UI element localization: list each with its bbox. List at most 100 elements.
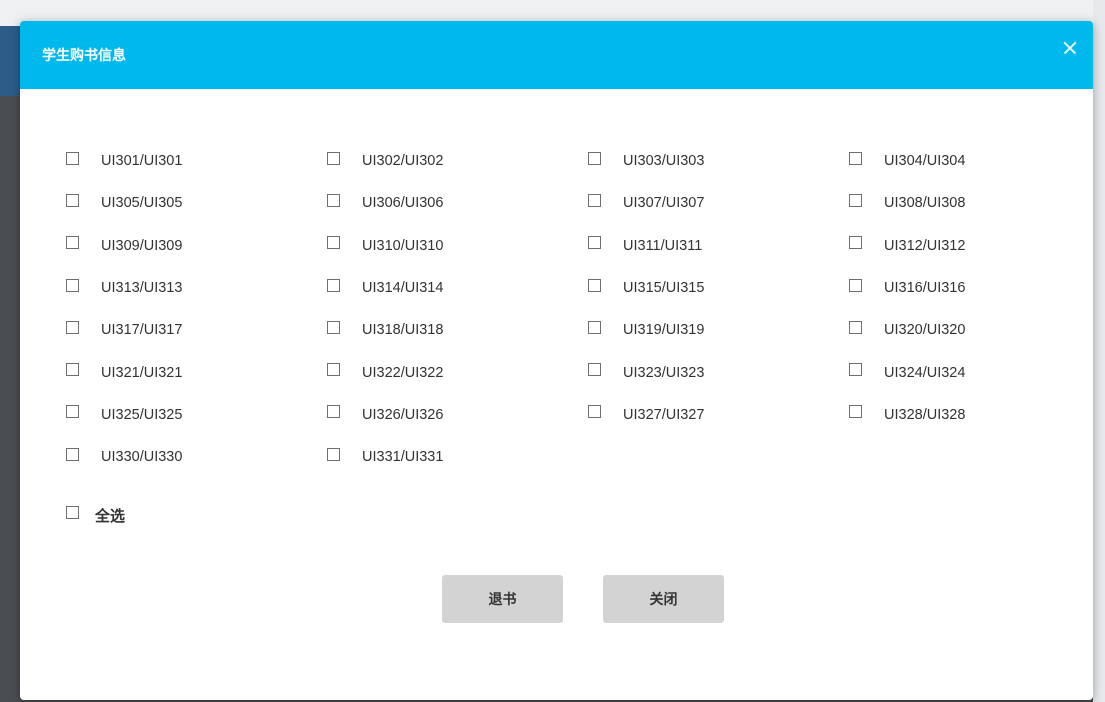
book-option[interactable]: UI323/UI323 <box>588 350 849 392</box>
option-label: UI320/UI320 <box>884 322 966 339</box>
book-option[interactable]: UI322/UI322 <box>327 350 588 392</box>
book-option[interactable]: UI314/UI314 <box>327 266 588 308</box>
book-option[interactable]: UI307/UI307 <box>588 181 849 223</box>
option-checkbox[interactable] <box>849 405 862 419</box>
option-checkbox[interactable] <box>66 363 79 377</box>
book-option[interactable]: UI315/UI315 <box>588 266 849 308</box>
book-option[interactable]: UI331/UI331 <box>327 435 588 477</box>
option-checkbox[interactable] <box>588 278 601 292</box>
option-label: UI319/UI319 <box>623 322 705 339</box>
option-checkbox[interactable] <box>327 151 340 165</box>
option-label: UI322/UI322 <box>362 364 444 381</box>
option-checkbox[interactable] <box>327 193 340 207</box>
option-checkbox[interactable] <box>66 151 79 165</box>
option-label: UI321/UI321 <box>101 364 183 381</box>
book-option[interactable]: UI318/UI318 <box>327 308 588 350</box>
option-label: UI317/UI317 <box>101 322 183 339</box>
option-checkbox[interactable] <box>66 236 79 250</box>
option-label: UI309/UI309 <box>101 237 183 254</box>
book-option[interactable]: UI312/UI312 <box>849 224 1066 266</box>
backdrop-left-strip <box>0 26 20 96</box>
book-option[interactable]: UI321/UI321 <box>66 350 327 392</box>
book-option[interactable]: UI311/UI311 <box>588 224 849 266</box>
option-checkbox[interactable] <box>849 151 862 165</box>
option-label: UI311/UI311 <box>623 237 703 254</box>
book-option[interactable]: UI304/UI304 <box>849 139 1066 181</box>
option-label: UI312/UI312 <box>884 237 966 254</box>
option-label: UI303/UI303 <box>623 153 705 170</box>
return-book-button[interactable]: 退书 <box>442 575 563 623</box>
option-checkbox[interactable] <box>849 193 862 207</box>
book-option[interactable]: UI325/UI325 <box>66 393 327 435</box>
option-label: UI315/UI315 <box>623 280 705 297</box>
option-label: UI314/UI314 <box>362 280 444 297</box>
book-option[interactable]: UI309/UI309 <box>66 224 327 266</box>
option-label: UI330/UI330 <box>101 449 183 466</box>
option-checkbox[interactable] <box>327 447 340 461</box>
book-option[interactable]: UI317/UI317 <box>66 308 327 350</box>
book-option[interactable]: UI328/UI328 <box>849 393 1066 435</box>
option-label: UI327/UI327 <box>623 406 705 423</box>
purchase-info-dialog: 学生购书信息 UI301/UI301 UI302/UI302 UI303/UI303… <box>20 21 1093 700</box>
option-label: UI316/UI316 <box>884 280 966 297</box>
option-label: UI306/UI306 <box>362 195 444 212</box>
option-label: UI324/UI324 <box>884 364 966 381</box>
option-label: UI331/UI331 <box>362 449 444 466</box>
option-checkbox[interactable] <box>849 236 862 250</box>
book-option[interactable]: UI330/UI330 <box>66 435 327 477</box>
book-option[interactable]: UI324/UI324 <box>849 350 1066 392</box>
option-checkbox[interactable] <box>66 405 79 419</box>
option-label: UI304/UI304 <box>884 153 966 170</box>
option-checkbox[interactable] <box>66 447 79 461</box>
book-option[interactable]: UI305/UI305 <box>66 181 327 223</box>
option-checkbox[interactable] <box>849 320 862 334</box>
dialog-title: 学生购书信息 <box>42 48 126 64</box>
option-label: UI308/UI308 <box>884 195 966 212</box>
book-option[interactable]: UI308/UI308 <box>849 181 1066 223</box>
select-all-label: 全选 <box>95 507 126 525</box>
book-option[interactable]: UI327/UI327 <box>588 393 849 435</box>
option-checkbox[interactable] <box>849 363 862 377</box>
option-label: UI325/UI325 <box>101 406 183 423</box>
book-option[interactable]: UI306/UI306 <box>327 181 588 223</box>
option-checkbox[interactable] <box>66 278 79 292</box>
book-option[interactable]: UI313/UI313 <box>66 266 327 308</box>
option-label: UI310/UI310 <box>362 237 444 254</box>
option-label: UI326/UI326 <box>362 406 444 423</box>
option-checkbox[interactable] <box>327 278 340 292</box>
book-option[interactable]: UI301/UI301 <box>66 139 327 181</box>
option-checkbox[interactable] <box>588 151 601 165</box>
option-checkbox[interactable] <box>66 320 79 334</box>
option-checkbox[interactable] <box>588 236 601 250</box>
option-label: UI307/UI307 <box>623 195 705 212</box>
option-checkbox[interactable] <box>327 363 340 377</box>
option-label: UI328/UI328 <box>884 406 966 423</box>
option-checkbox[interactable] <box>327 320 340 334</box>
backdrop-right-band <box>1093 0 1105 702</box>
select-all-option[interactable]: 全选 <box>66 503 125 526</box>
option-label: UI301/UI301 <box>101 153 183 170</box>
book-option[interactable]: UI319/UI319 <box>588 308 849 350</box>
select-all-checkbox[interactable] <box>66 506 79 519</box>
option-label: UI313/UI313 <box>101 280 183 297</box>
option-label: UI302/UI302 <box>362 153 444 170</box>
book-option[interactable]: UI326/UI326 <box>327 393 588 435</box>
book-option[interactable]: UI310/UI310 <box>327 224 588 266</box>
option-label: UI323/UI323 <box>623 364 705 381</box>
book-option[interactable]: UI303/UI303 <box>588 139 849 181</box>
option-checkbox[interactable] <box>588 320 601 334</box>
option-checkbox[interactable] <box>588 363 601 377</box>
book-option[interactable]: UI302/UI302 <box>327 139 588 181</box>
option-checkbox[interactable] <box>588 193 601 207</box>
option-checkbox[interactable] <box>327 236 340 250</box>
book-option[interactable]: UI320/UI320 <box>849 308 1066 350</box>
book-option[interactable]: UI316/UI316 <box>849 266 1066 308</box>
close-button[interactable]: 关闭 <box>603 575 724 623</box>
close-icon[interactable] <box>1059 36 1083 60</box>
dialog-header: 学生购书信息 <box>20 21 1093 89</box>
book-option-grid: UI301/UI301 UI302/UI302 UI303/UI303 UI304/U… <box>66 139 1066 477</box>
option-checkbox[interactable] <box>327 405 340 419</box>
option-checkbox[interactable] <box>849 278 862 292</box>
option-checkbox[interactable] <box>66 193 79 207</box>
option-checkbox[interactable] <box>588 405 601 419</box>
